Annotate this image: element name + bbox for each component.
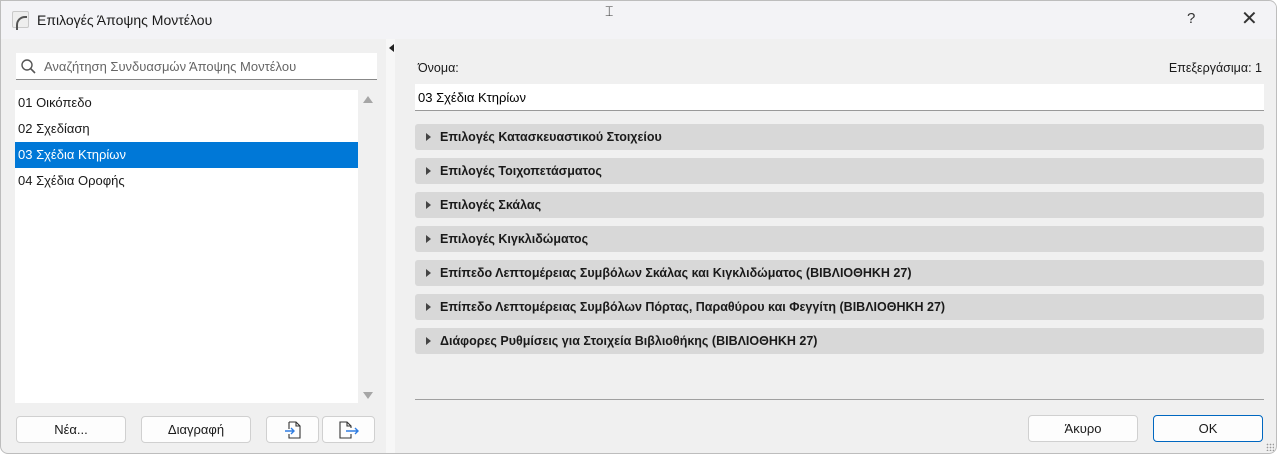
export-file-icon — [338, 420, 359, 439]
section-title: Επίπεδο Λεπτομέρειας Συμβόλων Σκάλας και… — [440, 266, 912, 280]
app-icon — [12, 11, 29, 30]
section-title: Επιλογές Σκάλας — [440, 198, 542, 212]
import-button[interactable] — [266, 416, 319, 443]
list-item[interactable]: 04 Σχέδια Οροφής — [15, 168, 358, 194]
divider — [415, 399, 1264, 400]
expand-arrow-icon — [426, 303, 431, 311]
help-button[interactable]: ? — [1187, 10, 1195, 27]
expand-arrow-icon — [426, 167, 431, 175]
import-file-icon — [284, 420, 301, 439]
collapse-left-icon[interactable] — [389, 44, 394, 52]
cancel-button[interactable]: Άκυρο — [1028, 415, 1138, 442]
scroll-down-icon[interactable] — [363, 392, 373, 399]
search-box[interactable] — [16, 53, 377, 80]
close-button[interactable]: ✕ — [1241, 6, 1258, 31]
section-title: Επιλογές Τοιχοπετάσματος — [440, 164, 602, 178]
section-title: Επιλογές Κατασκευαστικού Στοιχείου — [440, 130, 662, 144]
section-railing[interactable]: Επιλογές Κιγκλιδώματος — [415, 226, 1264, 252]
expand-arrow-icon — [426, 133, 431, 141]
dialog-title: Επιλογές Άποψης Μοντέλου — [37, 12, 213, 28]
editable-count: Επεξεργάσιμα: 1 — [1168, 61, 1262, 75]
name-label: Όνομα: — [418, 61, 459, 75]
export-button[interactable] — [322, 416, 375, 443]
expand-arrow-icon — [426, 235, 431, 243]
view-combination-list[interactable]: 01 Οικόπεδο 02 Σχεδίαση 03 Σχέδια Κτηρίω… — [15, 90, 358, 403]
ok-button[interactable]: OK — [1153, 415, 1263, 442]
expand-arrow-icon — [426, 337, 431, 345]
expand-arrow-icon — [426, 201, 431, 209]
section-stair-railing-detail[interactable]: Επίπεδο Λεπτομέρειας Συμβόλων Σκάλας και… — [415, 260, 1264, 286]
section-title: Επίπεδο Λεπτομέρειας Συμβόλων Πόρτας, Πα… — [440, 300, 946, 314]
text-cursor-icon: ⌶ — [605, 3, 614, 19]
section-title: Επιλογές Κιγκλιδώματος — [440, 232, 589, 246]
section-door-window-detail[interactable]: Επίπεδο Λεπτομέρειας Συμβόλων Πόρτας, Πα… — [415, 294, 1264, 320]
search-icon — [21, 58, 36, 74]
scroll-up-icon[interactable] — [363, 96, 373, 103]
model-view-options-dialog: Επιλογές Άποψης Μοντέλου ? ✕ ⌶ 01 Οικόπε… — [0, 0, 1277, 454]
section-curtain-wall[interactable]: Επιλογές Τοιχοπετάσματος — [415, 158, 1264, 184]
new-button[interactable]: Νέα... — [16, 416, 126, 443]
delete-button[interactable]: Διαγραφή — [141, 416, 251, 443]
resize-grip-icon[interactable] — [1266, 443, 1274, 451]
section-stair[interactable]: Επιλογές Σκάλας — [415, 192, 1264, 218]
section-misc-library[interactable]: Διάφορες Ρυθμίσεις για Στοιχεία Βιβλιοθή… — [415, 328, 1264, 354]
search-input[interactable] — [44, 58, 344, 74]
section-title: Διάφορες Ρυθμίσεις για Στοιχεία Βιβλιοθή… — [440, 334, 818, 348]
list-item-selected[interactable]: 03 Σχέδια Κτηρίων — [15, 142, 358, 168]
section-construction-element[interactable]: Επιλογές Κατασκευαστικού Στοιχείου — [415, 124, 1264, 150]
list-scrollbar[interactable] — [358, 90, 379, 403]
expand-arrow-icon — [426, 269, 431, 277]
name-input[interactable] — [415, 84, 1264, 111]
panel-splitter[interactable] — [386, 39, 395, 453]
title-bar: Επιλογές Άποψης Μοντέλου ? ✕ — [1, 1, 1276, 39]
list-item[interactable]: 02 Σχεδίαση — [15, 116, 358, 142]
list-item[interactable]: 01 Οικόπεδο — [15, 90, 358, 116]
